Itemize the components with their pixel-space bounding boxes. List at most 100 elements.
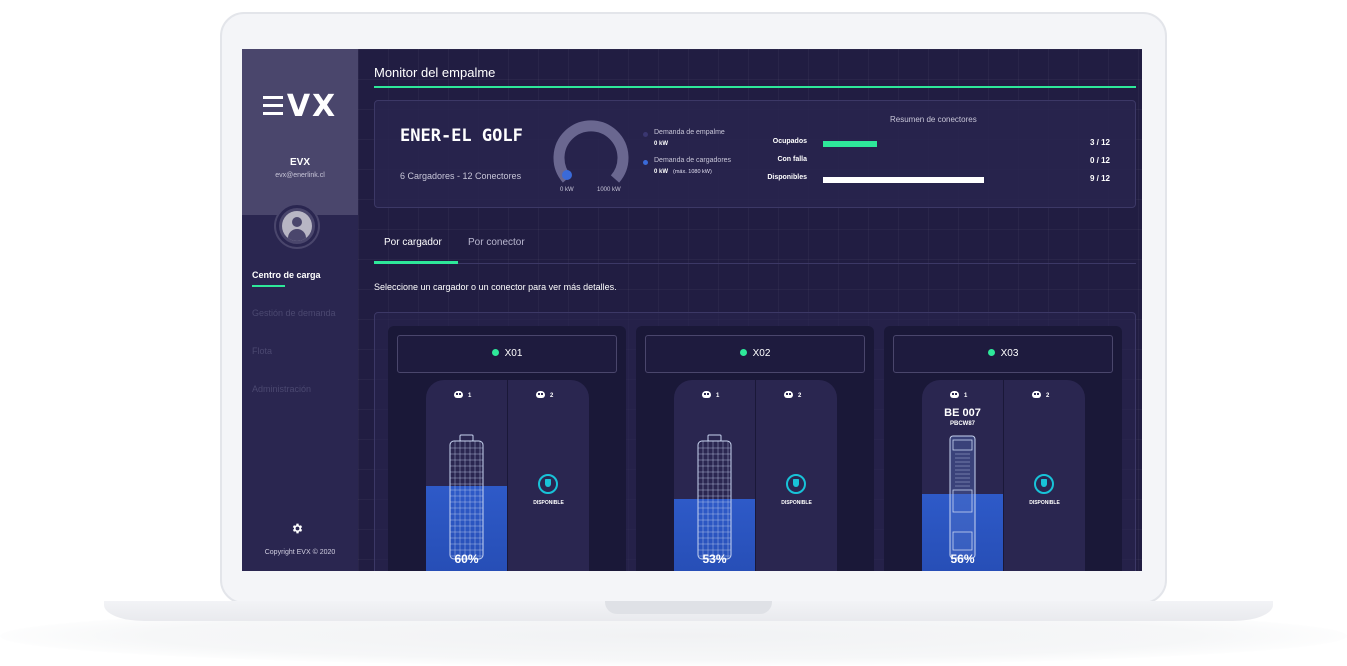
main-content: Monitor del empalme ENER-EL GOLF 6 Carga… — [358, 49, 1142, 571]
laptop-notch — [605, 601, 772, 614]
plug-icon — [536, 391, 545, 398]
charge-percent: 53% — [702, 552, 727, 566]
charger-card-x01[interactable]: X01 1 2 60% DISPONIBLE — [388, 326, 626, 571]
connector-row-count: 0 / 12 — [1089, 156, 1110, 165]
plug-icon — [702, 391, 711, 398]
summary-panel: ENER-EL GOLF 6 Cargadores - 12 Conectore… — [374, 100, 1136, 208]
app-screen: VX EVX evx@enerlink.cl Centro de carga G… — [242, 49, 1142, 571]
shield-icon — [786, 474, 806, 494]
connector-divider — [1003, 380, 1004, 571]
vehicle-icon — [449, 434, 484, 560]
plug-icon — [950, 391, 959, 398]
gear-icon[interactable] — [290, 522, 304, 536]
charger-connectors: 1 2 53% DISPONIBLE — [674, 380, 837, 571]
plug-icon — [454, 391, 463, 398]
charger-status-dot — [491, 349, 499, 356]
charger-connectors: 1 2 BE 007 PBCW87 56% DISPONIBLE — [922, 380, 1085, 571]
connector-bar-track — [823, 177, 1037, 183]
charge-percent: 60% — [454, 552, 479, 566]
charger-header[interactable]: X03 — [893, 335, 1113, 373]
sidebar-item-label: Flota — [252, 346, 273, 356]
plug-icon — [1032, 391, 1041, 398]
connector-row-label: Ocupados — [772, 138, 807, 145]
user-name: EVX — [289, 157, 310, 168]
legend-value: 0 kW (máx. 1080 kW) — [654, 169, 712, 175]
charger-status-dot — [987, 349, 995, 356]
connector-bar-track — [823, 159, 1037, 165]
active-tab-indicator — [374, 261, 458, 264]
connector-2[interactable]: 2 — [536, 391, 553, 399]
connector-row-count: 9 / 12 — [1089, 174, 1110, 183]
sidebar-item-centro-de-carga[interactable]: Centro de carga — [252, 270, 336, 308]
connector-divider — [755, 380, 756, 571]
shield-icon — [538, 474, 558, 494]
gauge-max-label: 1000 kW — [597, 187, 621, 193]
connector-row-label: Con falla — [777, 156, 807, 163]
logo-text: VX — [286, 89, 338, 124]
connector-bar-fill — [823, 177, 984, 183]
legend-dot — [643, 160, 648, 165]
view-tabs: Por cargador Por conector — [374, 234, 1136, 264]
charger-card-x03[interactable]: X03 1 2 BE 007 PBCW87 56% DISPONIBLE — [884, 326, 1122, 571]
vehicle-id: BE 007 — [944, 407, 981, 419]
connector-1[interactable]: 1 — [454, 391, 471, 399]
user-icon — [282, 211, 312, 241]
logo[interactable]: VX — [262, 89, 338, 124]
connector-row-count: 3 / 12 — [1089, 138, 1110, 147]
demand-gauge — [553, 120, 629, 183]
legend-dot — [643, 132, 648, 137]
legend-value: 0 kW — [654, 141, 669, 147]
sidebar-header: VX EVX evx@enerlink.cl — [242, 49, 358, 215]
connector-divider — [507, 380, 508, 571]
legend-max: (máx. 1080 kW) — [673, 169, 712, 175]
connector-row-con-falla: Con falla 0 / 12 — [765, 156, 1110, 168]
charger-name: X02 — [752, 348, 771, 359]
sidebar-item-label: Centro de carga — [252, 270, 321, 280]
vehicle-icon — [697, 434, 732, 560]
sidebar-item-gestion-de-demanda[interactable]: Gestión de demanda — [252, 308, 336, 346]
vehicle-plate: PBCW87 — [949, 421, 975, 427]
connector-2[interactable]: 2 — [1032, 391, 1049, 399]
connector-2[interactable]: 2 — [784, 391, 801, 399]
connector-row-ocupados: Ocupados 3 / 12 — [765, 138, 1110, 150]
charger-header[interactable]: X02 — [645, 335, 865, 373]
connector-bar-fill — [823, 141, 877, 147]
charger-status-dot — [739, 349, 747, 356]
copyright: Copyright EVX © 2020 — [264, 549, 336, 556]
charger-card-x02[interactable]: X02 1 2 53% DISPONIBLE — [636, 326, 874, 571]
user-email: evx@enerlink.cl — [275, 172, 325, 179]
shield-icon — [1034, 474, 1054, 494]
sidebar-item-flota[interactable]: Flota — [252, 346, 336, 384]
battery-icon — [697, 434, 732, 560]
connector-1[interactable]: 1 — [950, 391, 967, 399]
avatar[interactable] — [276, 205, 318, 247]
connector-status-label: DISPONIBLE — [781, 500, 812, 506]
selection-hint: Seleccione un cargador o un conector par… — [374, 282, 617, 292]
plug-icon — [784, 391, 793, 398]
charger-name: X01 — [504, 348, 523, 359]
legend-label: Demanda de cargadores — [654, 157, 732, 164]
sidebar-item-label: Gestión de demanda — [252, 308, 336, 318]
charger-header[interactable]: X01 — [397, 335, 617, 373]
connector-bar-track — [823, 141, 1037, 147]
sidebar-item-administracion[interactable]: Administración — [252, 384, 336, 422]
vehicle-icon — [949, 435, 976, 559]
laptop-mockup: VX EVX evx@enerlink.cl Centro de carga G… — [0, 0, 1347, 666]
active-indicator — [252, 285, 285, 287]
station-name: ENER-EL GOLF — [400, 126, 523, 146]
tab-por-conector[interactable]: Por conector — [468, 237, 525, 248]
legend-label: Demanda de empalme — [654, 129, 725, 136]
title-underline — [374, 86, 1136, 88]
battery-icon — [449, 434, 484, 560]
page-title: Monitor del empalme — [374, 65, 496, 80]
gauge-min-label: 0 kW — [560, 187, 574, 193]
charge-percent: 56% — [950, 552, 975, 566]
sidebar-item-label: Administración — [252, 384, 312, 394]
connector-status-label: DISPONIBLE — [533, 500, 564, 506]
connector-1[interactable]: 1 — [702, 391, 719, 399]
sidebar-nav: Centro de carga Gestión de demanda Flota… — [252, 270, 336, 422]
connectors-summary-title: Resumen de conectores — [890, 115, 977, 124]
tab-por-cargador[interactable]: Por cargador — [384, 237, 442, 248]
bus-icon — [949, 435, 976, 559]
connector-row-disponibles: Disponibles 9 / 12 — [765, 174, 1110, 186]
